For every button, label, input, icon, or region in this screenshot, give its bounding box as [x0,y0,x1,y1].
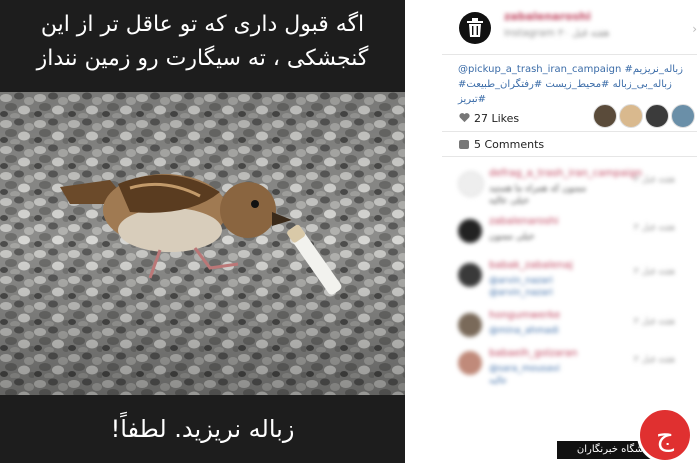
post-username[interactable]: zabalenaroshi [504,10,591,23]
comments-count: 5 Comments [474,138,545,151]
watermark-logo-glyph: ج [655,418,675,452]
comment-line: خیلی ممنون [489,232,535,242]
comment-time: ۳ هفته قبل [633,223,675,233]
post-image[interactable]: اگه قبول داری که تو عاقل تر از این گنجشک… [0,0,405,463]
divider [442,131,697,132]
chevron-right-icon[interactable]: › [692,22,697,36]
comment-text: @mina_ahmadi [489,325,559,337]
comment-text: ممنون که همراه ما هستید خیلی عالیه [489,183,586,207]
comment-line: @arvin_nazari [489,276,553,286]
news-agency-watermark: باشگاه خبرنگاران ج [557,397,697,463]
commenter-avatar[interactable] [458,171,484,197]
post-hashtags: @pickup_a_trash_iran_campaign #زباله_نری… [458,62,694,107]
comment-item: babak_zabalenaj @arvin_nazari @arvin_naz… [442,255,697,299]
comment-text: خیلی ممنون [489,231,535,243]
comments-header[interactable]: 5 Comments [459,138,544,151]
likes-count[interactable]: 27 Likes [474,112,519,125]
trash-bin-icon[interactable] [459,12,491,44]
comment-item: babaeih_golzaran @sara_mousavi عالیه ۳ ه… [442,343,697,387]
liker-avatar[interactable] [645,104,669,128]
image-caption-bottom: زباله نریزید. لطفاً! [0,395,405,463]
comment-line: @arvin_nazari [489,288,553,298]
comment-line: @mina_ahmadi [489,326,559,336]
comment-item: defrag_a_trash_iran_campaign ممنون که هم… [442,163,697,207]
comment-time: ۳ هفته قبل [633,355,675,365]
divider [442,54,697,55]
comment-line: @sara_mousavi [489,364,560,374]
likes-row: 27 Likes [442,104,697,132]
commenter-avatar[interactable] [458,263,482,287]
watermark-logo-icon: ج [637,407,693,463]
heart-icon[interactable] [459,112,470,123]
comment-item: zabalenaroshi خیلی ممنون ۳ هفته قبل [442,211,697,255]
hashtag-line[interactable]: @pickup_a_trash_iran_campaign #زباله_نری… [458,62,694,77]
comment-time: ۳ هفته قبل [633,175,675,185]
caption-top-line1: اگه قبول داری که تو عاقل تر از این [40,12,365,37]
sparrow-photo-illustration [0,92,405,395]
hashtag-line[interactable]: #زباله_بی_زباله #محیط_زیست #رفتگران_طبیع… [458,77,694,107]
comment-icon [459,140,469,149]
comment-time: ۳ هفته قبل [633,267,675,277]
commenter-name[interactable]: zabalenaroshi [489,216,559,227]
commenter-name[interactable]: hongumwerke [489,310,560,321]
commenter-name[interactable]: defrag_a_trash_iran_campaign [489,168,642,179]
image-caption-top: اگه قبول داری که تو عاقل تر از این گنجشک… [0,0,405,92]
comment-text: @sara_mousavi عالیه [489,363,560,387]
commenter-name[interactable]: babaeih_golzaran [489,348,577,359]
commenter-avatar[interactable] [458,313,482,337]
comment-text: @arvin_nazari @arvin_nazari [489,275,553,299]
caption-top-line2: گنجشکی ، ته سیگارت رو زمین ننداز [36,46,369,71]
divider [442,156,697,157]
comment-line: خیلی عالیه [489,196,530,206]
post-header: zabalenaroshi Instagram ۳۰ هفته قبل › [442,0,697,50]
liker-avatar[interactable] [619,104,643,128]
liker-avatar[interactable] [671,104,695,128]
comment-line: عالیه [489,376,508,386]
comment-time: ۳ هفته قبل [633,317,675,327]
commenter-name[interactable]: babak_zabalenaj [489,260,573,271]
comment-line: ممنون که همراه ما هستید [489,184,587,194]
liker-avatar[interactable] [593,104,617,128]
gravel-background [0,92,405,395]
commenter-avatar[interactable] [458,219,482,243]
post-subline: Instagram ۳۰ هفته قبل [504,28,610,39]
commenter-avatar[interactable] [458,351,482,375]
post-sidebar: zabalenaroshi Instagram ۳۰ هفته قبل › @p… [442,0,697,463]
